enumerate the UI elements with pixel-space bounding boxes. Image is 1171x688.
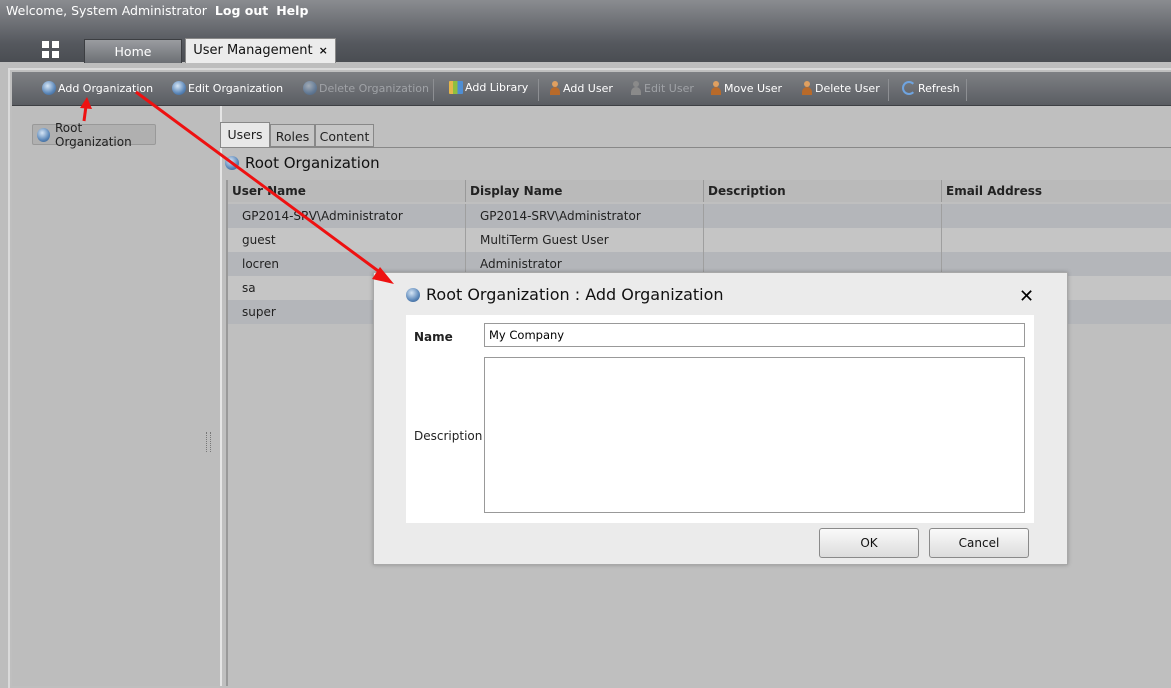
- annotation-arrows: [80, 90, 394, 284]
- annotation-arrow-up: [80, 97, 92, 122]
- annotation-arrow-to-dialog: [135, 90, 394, 284]
